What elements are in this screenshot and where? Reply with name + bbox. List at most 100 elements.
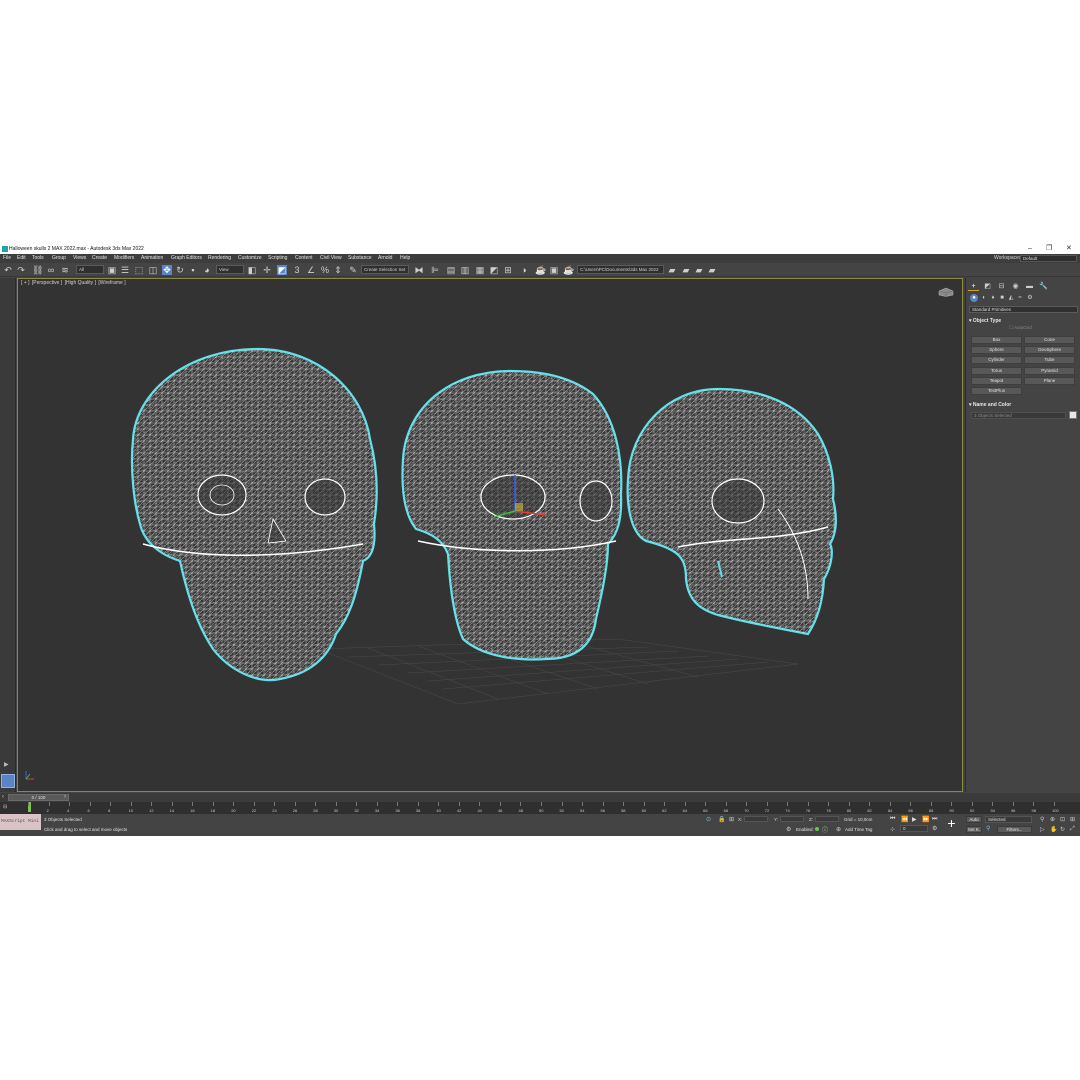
mini-curve-editor-icon[interactable]: ⊟ [3, 804, 7, 810]
plane-button[interactable]: Plane [1024, 377, 1075, 385]
maximize-button[interactable]: ❐ [1046, 244, 1052, 254]
perspective-viewport[interactable]: [ + ] [Perspective ] [High Quality ] [Wi… [17, 278, 963, 792]
angle-snap-icon[interactable]: ∠ [306, 265, 316, 275]
shapes-icon[interactable]: ◐ [980, 294, 988, 302]
zoom-extents-icon[interactable]: ⊡ [1060, 816, 1065, 823]
object-name-field[interactable]: 3 Objects Selected [971, 412, 1066, 419]
go-to-end-icon[interactable]: ⏭ [932, 816, 937, 823]
key-mode-icon[interactable]: ⊹ [890, 826, 895, 833]
select-and-rotate-icon[interactable]: ↻ [175, 265, 185, 275]
spinner-snap-icon[interactable]: ⇕ [333, 265, 343, 275]
tube-button[interactable]: Tube [1024, 356, 1075, 364]
menu-graph-editors[interactable]: Graph Editors [171, 254, 202, 263]
pyramid-button[interactable]: Pyramid [1024, 367, 1075, 375]
cameras-icon[interactable]: ■ [998, 294, 1006, 302]
unlink-icon[interactable]: ∞ [46, 265, 56, 275]
menu-rendering[interactable]: Rendering [208, 254, 231, 263]
workspace-select[interactable]: Default [1020, 255, 1077, 262]
lights-icon[interactable]: ♦ [989, 294, 997, 302]
torus-button[interactable]: Torus [971, 367, 1022, 375]
go-to-start-icon[interactable]: ⏮ [890, 816, 895, 823]
selection-lock-icon[interactable]: 🔒 [718, 816, 725, 823]
viewport-shading-menu[interactable]: [Wireframe ] [98, 280, 125, 286]
menu-tools[interactable]: Tools [32, 254, 44, 263]
set-key-button[interactable]: Set K. [966, 826, 982, 833]
curve-editor-icon[interactable]: ◩ [489, 265, 499, 275]
selection-filter-dropdown[interactable]: All [76, 265, 104, 274]
next-frame-icon[interactable]: ⏩ [922, 816, 929, 823]
info-icon[interactable]: ⓘ [822, 825, 828, 834]
maxscript-listener[interactable]: MAXScript Mini [0, 814, 41, 830]
time-configuration-icon[interactable]: ⚙ [932, 825, 937, 832]
menu-arnold[interactable]: Arnold [378, 254, 392, 263]
menu-group[interactable]: Group [52, 254, 66, 263]
viewport-quality-menu[interactable]: [High Quality ] [65, 280, 96, 286]
x-coordinate-field[interactable] [744, 816, 768, 822]
cone-button[interactable]: Cone [1024, 336, 1075, 344]
primitive-category-dropdown[interactable]: Standard Primitives [969, 306, 1078, 313]
select-by-name-icon[interactable]: ☰ [120, 265, 130, 275]
maximize-viewport-icon[interactable]: ⤢ [1070, 826, 1075, 833]
viewcube-icon[interactable] [938, 287, 954, 297]
cylinder-button[interactable]: Cylinder [971, 356, 1022, 364]
key-filter-icon[interactable]: ⚲ [986, 825, 990, 832]
edit-named-selection-icon[interactable]: ✎ [348, 265, 358, 275]
teapot-button[interactable]: Teapot [971, 377, 1022, 385]
window-crossing-icon[interactable]: ◫ [148, 265, 158, 275]
menu-animation[interactable]: Animation [141, 254, 163, 263]
select-and-scale-icon[interactable]: ▪ [188, 265, 198, 275]
project-folder-dropdown[interactable]: C:\Users\PC\Documents\3ds Max 2022 [577, 265, 664, 274]
slider-prev-icon[interactable]: ‹ [2, 794, 4, 800]
scene-explorer-icon[interactable]: ▤ [446, 265, 456, 275]
viewport-general-menu[interactable]: [ + ] [21, 280, 29, 286]
schematic-view-icon[interactable]: ⊞ [503, 265, 513, 275]
select-and-move-icon[interactable]: ✥ [162, 265, 172, 275]
geometry-icon[interactable]: ● [970, 294, 978, 302]
create-project-icon[interactable]: ▰ [681, 265, 691, 275]
z-coordinate-field[interactable] [815, 816, 839, 822]
systems-icon[interactable]: ⚙ [1026, 294, 1034, 302]
menu-customize[interactable]: Customize [238, 254, 262, 263]
space-warps-icon[interactable]: ≈ [1016, 294, 1024, 302]
select-and-place-icon[interactable]: ◕ [202, 265, 212, 275]
time-tag-add-icon[interactable]: ⊕ [836, 826, 841, 833]
named-selection-set-dropdown[interactable]: Create Selection Set [361, 265, 409, 274]
project-template-icon[interactable]: ▰ [707, 265, 717, 275]
menu-create[interactable]: Create [92, 254, 107, 263]
viewport-layout-thumbnail[interactable] [1, 774, 15, 788]
textplus-button[interactable]: TextPlus [971, 387, 1022, 395]
manipulate-icon[interactable]: ✛ [262, 265, 272, 275]
add-time-tag-label[interactable]: Add Time Tag [845, 827, 872, 832]
material-editor-icon[interactable]: ◑ [519, 265, 529, 275]
zoom-all-icon[interactable]: ⊕ [1050, 816, 1055, 823]
redo-icon[interactable]: ↷ [16, 265, 26, 275]
project-settings-icon[interactable]: ▰ [694, 265, 704, 275]
viewport-point-of-view-menu[interactable]: [Perspective ] [32, 280, 62, 286]
previous-frame-icon[interactable]: ⏪ [901, 816, 908, 823]
helpers-icon[interactable]: ◭ [1007, 294, 1015, 302]
render-production-icon[interactable]: ☕ [563, 265, 574, 275]
menu-help[interactable]: Help [400, 254, 410, 263]
undo-icon[interactable]: ↶ [3, 265, 13, 275]
zoom-extents-all-icon[interactable]: ⊞ [1070, 816, 1075, 823]
rendered-frame-window-icon[interactable]: ▣ [549, 265, 559, 275]
current-frame-field[interactable]: 0 [900, 825, 928, 832]
time-slider[interactable]: 0 / 100 [8, 794, 69, 801]
menu-edit[interactable]: Edit [17, 254, 26, 263]
orbit-icon[interactable]: ↻ [1060, 826, 1065, 833]
play-animation-icon[interactable]: ▶ [912, 816, 917, 823]
render-setup-icon[interactable]: ☕ [535, 265, 546, 275]
menu-scripting[interactable]: Scripting [268, 254, 287, 263]
track-bar[interactable]: ⊟ 2 4 6 8 10 12 14 16 18 20 22 24 26 28 30 32 34 36 38 40 42… [0, 802, 1080, 814]
utilities-tab-icon[interactable]: 🔧 [1038, 282, 1049, 291]
rectangular-selection-icon[interactable]: ⬚ [134, 265, 144, 275]
open-project-icon[interactable]: ▰ [667, 265, 677, 275]
time-tag-icon[interactable]: ⚙ [786, 826, 791, 833]
modify-tab-icon[interactable]: ◩ [982, 282, 993, 291]
display-tab-icon[interactable]: ▬ [1024, 282, 1035, 291]
autogrid-checkbox[interactable]: ☐ AutoGrid [1009, 325, 1032, 331]
layer-explorer-icon[interactable]: ▥ [460, 265, 470, 275]
isolate-selection-icon[interactable]: ⊙ [706, 816, 711, 823]
create-key-icon[interactable]: + [944, 816, 959, 831]
select-object-icon[interactable]: ▣ [107, 265, 117, 275]
